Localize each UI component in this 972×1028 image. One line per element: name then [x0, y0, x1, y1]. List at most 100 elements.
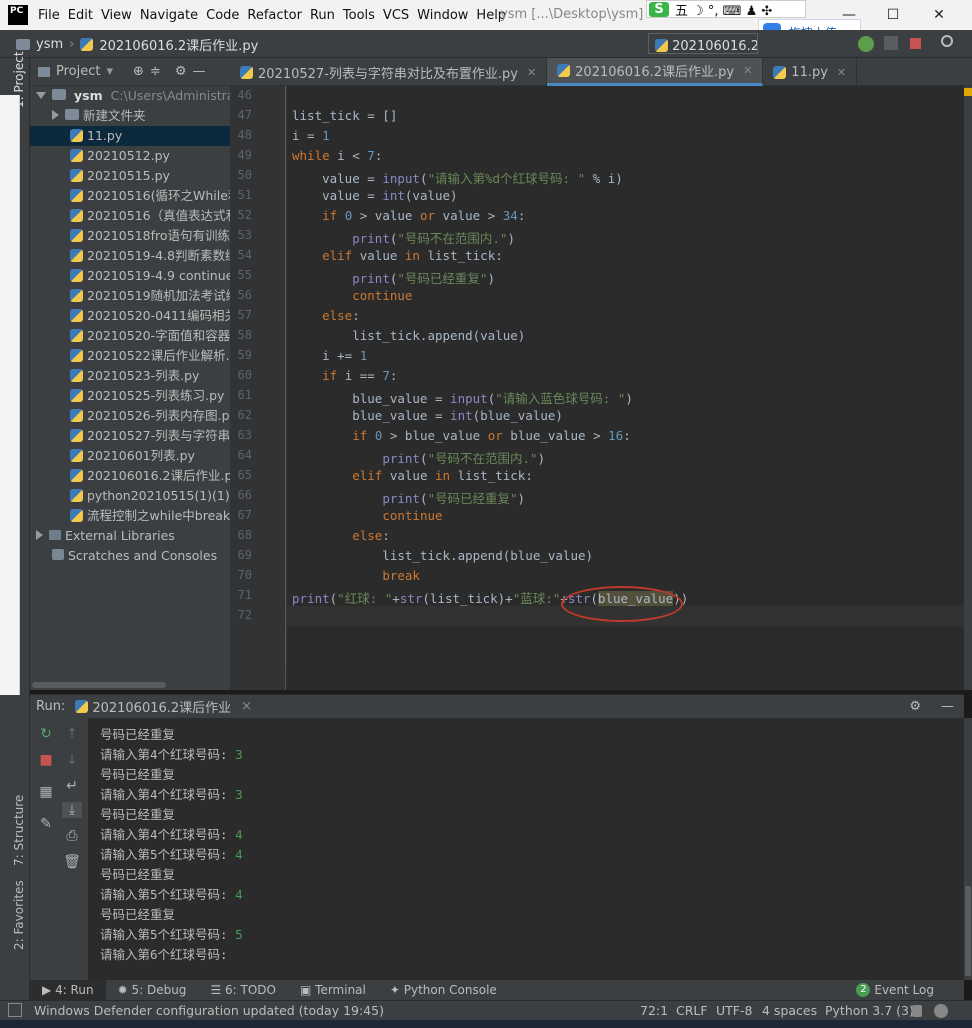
run-config-select[interactable]: 202106016.2课后作业 — [648, 33, 758, 54]
favorites-tool-tab[interactable]: 2: Favorites — [12, 880, 26, 950]
status-message[interactable]: Windows Defender configuration updated (… — [34, 1003, 384, 1018]
ime-toolbar[interactable]: S 五 ☽ °, ⌨ ♟ ✣ — [646, 0, 806, 19]
debug-bug-icon[interactable] — [858, 36, 874, 52]
locate-icon[interactable]: ⊕ — [133, 64, 144, 79]
menu-item-view[interactable]: View — [97, 8, 136, 23]
code-editor[interactable]: 46 47 48 49 50 51 52 53 54 55 56 57 58 59 60 61 62 63 64 65… — [230, 86, 964, 690]
menu-item-edit[interactable]: Edit — [64, 8, 97, 23]
menu-item-refactor[interactable]: Refactor — [243, 8, 306, 23]
tree-file[interactable]: 20210512.py — [30, 146, 230, 166]
collapse-icon[interactable]: ≑ — [150, 64, 161, 79]
editor-tab[interactable]: 20210527-列表与字符串对比及布置作业.py ✕ — [230, 58, 548, 86]
tool-tab[interactable]: ▣ Terminal — [288, 980, 378, 1000]
tree-file[interactable]: 20210520-0411编码相关函数 — [30, 306, 230, 326]
breadcrumb-file[interactable]: 202106016.2课后作业.py — [99, 35, 258, 54]
print-icon[interactable]: ⎙ — [62, 828, 82, 844]
up-arrow-icon[interactable]: ↑ — [62, 726, 82, 742]
tree-file[interactable]: 20210515.py — [30, 166, 230, 186]
tree-file[interactable]: 20210516(循环之While和For — [30, 186, 230, 206]
menu-item-navigate[interactable]: Navigate — [136, 8, 202, 23]
external-libraries[interactable]: External Libraries — [30, 526, 230, 546]
tree-file[interactable]: 流程控制之while中break,con — [30, 506, 230, 526]
pin-icon[interactable]: ✎ — [36, 816, 56, 832]
search-icon[interactable] — [941, 35, 953, 47]
tool-tab[interactable]: ☰ 6: TODO — [198, 980, 288, 1000]
scratches-and-consoles[interactable]: Scratches and Consoles — [30, 546, 230, 566]
scrollbar-thumb[interactable] — [965, 886, 971, 976]
console-line: 请输入第5个红球号码: 5 — [100, 924, 243, 943]
menu-item-run[interactable]: Run — [306, 8, 339, 23]
close-button[interactable]: ✕ — [924, 4, 954, 26]
menu-item-window[interactable]: Window — [413, 8, 472, 23]
tree-file[interactable]: 20210520-字面值和容器类型 — [30, 326, 230, 346]
scroll-to-end-icon[interactable]: ⤓ — [62, 802, 82, 818]
tree-file[interactable]: 20210523-列表.py — [30, 366, 230, 386]
project-view-select[interactable]: Project — [56, 64, 100, 79]
tree-folder[interactable]: 新建文件夹 — [30, 106, 230, 126]
editor-tab[interactable]: 11.py ✕ — [763, 58, 858, 86]
tool-tab[interactable]: ✹ 5: Debug — [106, 980, 199, 1000]
tab-close-icon[interactable]: ✕ — [527, 66, 536, 79]
menu-item-vcs[interactable]: VCS — [379, 8, 413, 23]
warning-marker[interactable] — [964, 88, 972, 96]
rerun-icon[interactable]: ↻ — [36, 726, 56, 742]
tab-close-icon[interactable]: ✕ — [837, 66, 846, 79]
tree-file[interactable]: 20210519随机加法考试练习 — [30, 286, 230, 306]
tree-file[interactable]: 20210522课后作业解析.py — [30, 346, 230, 366]
tree-file[interactable]: 11.py — [30, 126, 230, 146]
breadcrumb-project[interactable]: ysm — [36, 37, 63, 52]
gear-icon[interactable]: ⚙ — [175, 64, 187, 79]
editor-tab[interactable]: 202106016.2课后作业.py ✕ — [547, 58, 764, 86]
hide-icon[interactable]: — — [941, 699, 954, 714]
editor-right-stripe[interactable] — [964, 86, 972, 690]
tab-close-icon[interactable]: ✕ — [743, 64, 752, 77]
tree-file[interactable]: 202106016.2课后作业.py — [30, 466, 230, 486]
tree-file[interactable]: 20210516（真值表达式和条件 — [30, 206, 230, 226]
hide-icon[interactable]: — — [192, 64, 205, 79]
scrollbar-thumb[interactable] — [32, 682, 166, 688]
run-tab-close-icon[interactable]: × — [241, 699, 252, 714]
chevron-down-icon[interactable]: ▾ — [106, 64, 113, 79]
gear-icon[interactable]: ⚙ — [909, 699, 921, 714]
stop-icon[interactable]: ■ — [36, 752, 56, 768]
tool-tab[interactable]: ✦ Python Console — [378, 980, 509, 1000]
interpreter[interactable]: Python 3.7 (3) — [825, 1003, 914, 1018]
tool-tab[interactable]: ▶ 4: Run — [30, 980, 106, 1000]
run-config-tab[interactable]: 202106016.2课后作业 — [92, 697, 231, 716]
indent-setting[interactable]: 4 spaces — [762, 1003, 817, 1018]
console-input: 4 — [235, 827, 243, 842]
tool-windows-icon[interactable] — [8, 1003, 22, 1017]
run-console[interactable]: 号码已经重复 请输入第4个红球号码: 3 号码已经重复 请输入第4个红球号码: 3 号码… — [88, 718, 964, 980]
tree-file[interactable]: 20210519-4.8判断素数练习 — [30, 246, 230, 266]
trash-icon[interactable]: 🗑 — [62, 854, 82, 870]
tree-file[interactable]: 20210518fro语句有训练.py — [30, 226, 230, 246]
inspector-icon[interactable] — [934, 1004, 948, 1018]
menu-item-tools[interactable]: Tools — [339, 8, 379, 23]
event-log-tab[interactable]: 2 Event Log — [856, 983, 964, 997]
tree-file[interactable]: 20210519-4.9 continue语句 — [30, 266, 230, 286]
tree-file[interactable]: 20210525-列表练习.py — [30, 386, 230, 406]
down-arrow-icon[interactable]: ↓ — [62, 752, 82, 768]
file-encoding[interactable]: UTF-8 — [716, 1003, 752, 1018]
console-text: 请输入第5个红球号码: — [100, 927, 236, 942]
lock-icon[interactable] — [912, 1005, 922, 1017]
tree-file[interactable]: 20210527-列表与字符串对比 — [30, 426, 230, 446]
tree-file[interactable]: 20210526-列表内存图.py — [30, 406, 230, 426]
tree-hscrollbar[interactable] — [30, 680, 230, 690]
console-scrollbar[interactable] — [964, 718, 972, 980]
line-separator[interactable]: CRLF — [676, 1003, 708, 1018]
tree-file[interactable]: 20210601列表.py — [30, 446, 230, 466]
tree-file[interactable]: python20210515(1)(1).docx — [30, 486, 230, 506]
stop-icon[interactable] — [910, 38, 921, 49]
console-line: 号码已经重复 — [100, 864, 175, 883]
coverage-icon[interactable] — [884, 36, 898, 50]
soft-wrap-icon[interactable]: ↵ — [62, 778, 82, 794]
structure-tool-tab[interactable]: 7: Structure — [12, 795, 26, 866]
maximize-button[interactable]: ☐ — [878, 4, 908, 26]
caret-position[interactable]: 72:1 — [640, 1003, 668, 1018]
tree-root[interactable]: ysm C:\Users\Administrator\Desktop\ysm — [30, 86, 230, 106]
ime-buttons[interactable]: 五 ☽ °, ⌨ ♟ ✣ — [675, 0, 772, 19]
menu-item-code[interactable]: Code — [202, 8, 243, 23]
layout-icon[interactable]: ▦ — [36, 784, 56, 800]
menu-item-file[interactable]: File — [34, 8, 64, 23]
